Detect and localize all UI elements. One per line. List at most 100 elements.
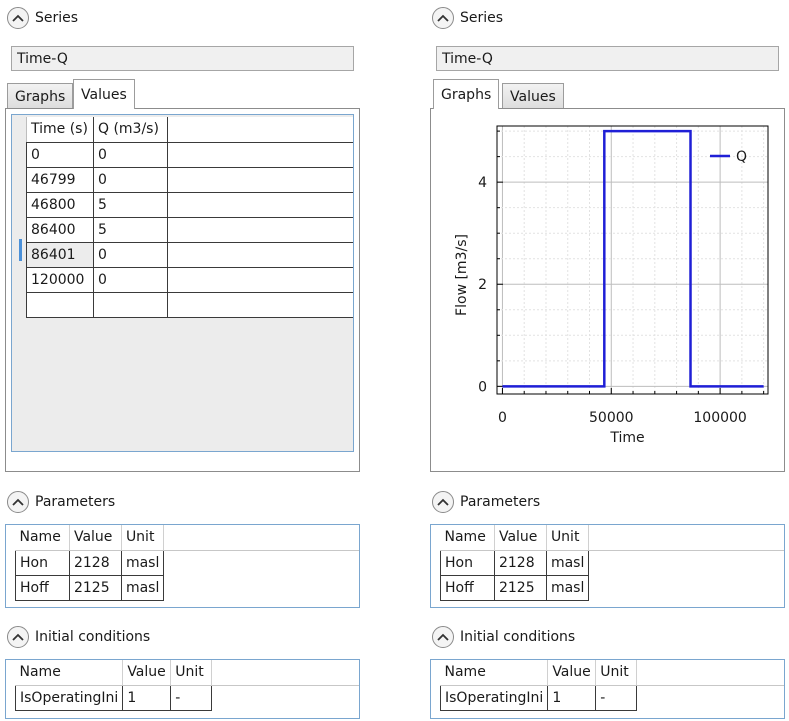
- parameters-header-unit[interactable]: Unit: [546, 525, 590, 551]
- current-row-indicator: [19, 239, 22, 261]
- q-cell[interactable]: 0: [92, 141, 168, 168]
- values-grid[interactable]: Time (s) Q (m3/s) 0 0 46799 0 46800 5 86400 5 86…: [11, 114, 354, 452]
- table-row[interactable]: IsOperatingIni 1 -: [439, 685, 785, 711]
- table-cell[interactable]: IsOperatingIni: [439, 685, 549, 711]
- y-axis-label: Flow [m3/s]: [454, 234, 470, 316]
- table-row[interactable]: Hoff 2125 masl: [15, 575, 360, 601]
- collapse-series-button-left[interactable]: [7, 7, 29, 29]
- collapse-initial-button-left[interactable]: [7, 626, 29, 648]
- initial-header-name[interactable]: Name: [15, 660, 124, 686]
- initial-table-right: Name Value Unit IsOperatingIni 1 -: [439, 660, 785, 711]
- table-cell[interactable]: Hoff: [440, 575, 495, 601]
- column-header-q[interactable]: Q (m3/s): [92, 117, 168, 143]
- parameters-header-value[interactable]: Value: [69, 525, 122, 551]
- tab-graphs-left[interactable]: Graphs: [7, 83, 74, 109]
- table-cell[interactable]: 2128: [69, 550, 122, 576]
- table-cell[interactable]: 1: [547, 685, 597, 711]
- time-cell[interactable]: 86400: [26, 216, 94, 243]
- initial-section-header-right: Initial conditions: [432, 624, 575, 650]
- initial-header-unit[interactable]: Unit: [170, 660, 213, 686]
- table-cell[interactable]: -: [170, 685, 213, 711]
- table-cell[interactable]: -: [595, 685, 638, 711]
- chevron-up-icon: [437, 498, 449, 506]
- table-cell[interactable]: 2128: [494, 550, 547, 576]
- initial-table-left: Name Value Unit IsOperatingIni 1 -: [14, 660, 360, 711]
- column-header-time[interactable]: Time (s): [26, 117, 94, 143]
- chevron-up-icon: [12, 633, 24, 641]
- time-cell[interactable]: 86401: [26, 241, 94, 268]
- series-title-field-left[interactable]: [11, 46, 354, 71]
- time-cell[interactable]: 46800: [26, 191, 94, 218]
- tab-graphs-right[interactable]: Graphs: [433, 79, 500, 109]
- tab-values-left[interactable]: Values: [73, 79, 135, 109]
- table-cell[interactable]: IsOperatingIni: [14, 685, 124, 711]
- collapse-series-button-right[interactable]: [432, 7, 454, 29]
- table-row[interactable]: Hon 2128 masl: [440, 550, 785, 576]
- parameters-table-right: Name Value Unit Hon 2128 masl Hoff 2125 …: [440, 525, 784, 601]
- series-section-header-left: Series: [7, 5, 78, 31]
- flow-chart[interactable]: 0 50000 100000 0 2 4 Q Time Flow [m3/s]: [431, 109, 784, 471]
- collapse-initial-button-right[interactable]: [432, 626, 454, 648]
- table-cell[interactable]: 2125: [494, 575, 547, 601]
- q-cell[interactable]: [92, 291, 168, 318]
- q-cell[interactable]: 0: [92, 241, 168, 268]
- collapse-parameters-button-right[interactable]: [432, 491, 454, 513]
- q-cell[interactable]: 5: [92, 191, 168, 218]
- table-cell[interactable]: Hon: [440, 550, 495, 576]
- table-row[interactable]: 46799 0: [26, 166, 353, 193]
- initial-grid-right[interactable]: Name Value Unit IsOperatingIni 1 -: [430, 659, 785, 719]
- table-cell-filler: [212, 685, 359, 710]
- initial-header-unit[interactable]: Unit: [595, 660, 638, 686]
- table-cell[interactable]: 1: [122, 685, 172, 711]
- parameters-header-unit[interactable]: Unit: [121, 525, 165, 551]
- initial-header-value[interactable]: Value: [122, 660, 172, 686]
- table-cell[interactable]: masl: [121, 575, 165, 601]
- x-tick-label: 50000: [589, 410, 634, 426]
- parameters-header-name[interactable]: Name: [15, 525, 70, 551]
- table-cell[interactable]: masl: [546, 575, 590, 601]
- collapse-parameters-button-left[interactable]: [7, 491, 29, 513]
- parameters-header-value[interactable]: Value: [494, 525, 547, 551]
- table-row[interactable]: 86401 0: [26, 241, 353, 268]
- time-cell[interactable]: 46799: [26, 166, 94, 193]
- table-cell-filler: [166, 216, 353, 243]
- table-row[interactable]: IsOperatingIni 1 -: [14, 685, 360, 711]
- table-row[interactable]: [26, 291, 353, 318]
- parameters-section-header-left: Parameters: [7, 489, 115, 515]
- q-cell[interactable]: 0: [92, 166, 168, 193]
- initial-header-filler: [211, 660, 359, 686]
- tab-values-right[interactable]: Values: [502, 83, 564, 109]
- parameters-grid-right[interactable]: Name Value Unit Hon 2128 masl Hoff 2125 …: [430, 524, 785, 608]
- table-row[interactable]: Hoff 2125 masl: [440, 575, 785, 601]
- table-row[interactable]: 120000 0: [26, 266, 353, 293]
- table-cell[interactable]: masl: [546, 550, 590, 576]
- initial-header-value[interactable]: Value: [547, 660, 597, 686]
- q-cell[interactable]: 0: [92, 266, 168, 293]
- table-row[interactable]: Hon 2128 masl: [15, 550, 360, 576]
- parameters-header-name[interactable]: Name: [440, 525, 495, 551]
- initial-section-header-left: Initial conditions: [7, 624, 150, 650]
- values-tab-panel: Time (s) Q (m3/s) 0 0 46799 0 46800 5 86400 5 86…: [5, 108, 360, 472]
- table-row[interactable]: 46800 5: [26, 191, 353, 218]
- table-row[interactable]: 86400 5: [26, 216, 353, 243]
- parameters-grid-left[interactable]: Name Value Unit Hon 2128 masl Hoff 2125 …: [5, 524, 360, 608]
- q-cell[interactable]: 5: [92, 216, 168, 243]
- time-cell[interactable]: [26, 291, 94, 318]
- table-cell[interactable]: Hon: [15, 550, 70, 576]
- table-cell-filler: [166, 191, 353, 218]
- initial-header-name[interactable]: Name: [440, 660, 549, 686]
- time-cell[interactable]: 120000: [26, 266, 94, 293]
- initial-grid-left[interactable]: Name Value Unit IsOperatingIni 1 -: [5, 659, 360, 719]
- table-cell-filler: [166, 266, 353, 293]
- time-cell[interactable]: 0: [26, 141, 94, 168]
- parameters-section-title-right: Parameters: [460, 494, 541, 510]
- parameters-section-header-right: Parameters: [432, 489, 540, 515]
- table-row[interactable]: 00: [26, 141, 353, 168]
- series-title-field-right[interactable]: [436, 46, 779, 71]
- y-tick-label: 2: [478, 277, 487, 293]
- table-cell[interactable]: masl: [121, 550, 165, 576]
- x-tick-label: 0: [498, 410, 507, 426]
- table-cell[interactable]: Hoff: [15, 575, 70, 601]
- table-cell[interactable]: 2125: [69, 575, 122, 601]
- chevron-up-icon: [437, 633, 449, 641]
